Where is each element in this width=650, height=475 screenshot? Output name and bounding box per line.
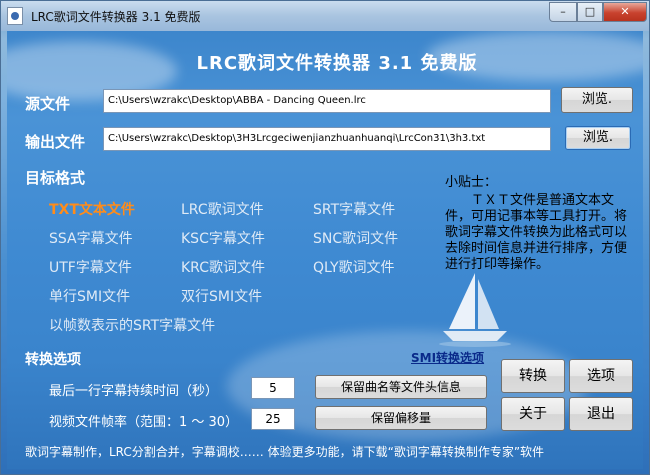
target-format-label: 目标格式 [25,169,86,187]
format-option-smi-single[interactable]: 单行SMI文件 [49,286,130,306]
app-heading: LRC歌词文件转换器 3.1 免费版 [196,53,478,74]
frame-rate-label: 视频文件帧率（范围：1 ～ 30） [49,415,239,430]
output-file-input[interactable]: C:\Users\wzrakc\Desktop\3H3Lrcgeciwenjia… [103,127,551,151]
source-file-input[interactable]: C:\Users\wzrakc\Desktop\ABBA - Dancing Q… [103,89,551,113]
source-file-label: 源文件 [25,95,71,113]
format-option-ksc[interactable]: KSC字幕文件 [181,228,265,248]
format-option-smi-double[interactable]: 双行SMI文件 [181,286,262,306]
minimize-button[interactable]: – [549,2,577,22]
format-option-lrc[interactable]: LRC歌词文件 [181,199,264,219]
keep-offset-button[interactable]: 保留偏移量 [315,406,487,430]
format-option-ssa[interactable]: SSA字幕文件 [49,228,133,248]
promo-status-text[interactable]: 歌词字幕制作，LRC分割合并，字幕调校…… 体验更多功能，请下载“歌词字幕转换制… [25,443,544,460]
format-option-krc[interactable]: KRC歌词文件 [181,257,265,277]
keep-header-info-button[interactable]: 保留曲名等文件头信息 [315,375,487,399]
last-line-duration-input[interactable]: 5 [251,377,295,399]
sailboat-icon [439,273,511,347]
about-button[interactable]: 关于 [501,397,565,431]
main-panel: LRC歌词文件转换器 3.1 免费版 源文件 C:\Users\wzrakc\D… [7,31,643,469]
smi-options-link[interactable]: SMI转换选项 [411,349,484,366]
format-option-utf[interactable]: UTF字幕文件 [49,257,132,277]
exit-button[interactable]: 退出 [569,397,633,431]
frame-rate-input[interactable]: 25 [251,408,295,430]
window-title: LRC歌词文件转换器 3.1 免费版 [31,10,201,24]
options-button[interactable]: 选项 [569,359,633,393]
tips-text: ＴＸＴ文件是普通文本文件，可用记事本等工具打开。将歌词字幕文件转换为此格式可以去… [445,193,628,272]
maximize-button[interactable]: □ [577,2,603,22]
output-file-label: 输出文件 [25,133,86,151]
output-browse-button[interactable]: 浏览. [565,126,631,150]
title-bar: LRC歌词文件转换器 3.1 免费版 – □ ✕ [1,1,649,31]
tips-title: 小贴士： [445,175,498,190]
app-icon [7,7,23,25]
format-option-txt[interactable]: TXT文本文件 [49,199,135,219]
source-browse-button[interactable]: 浏览. [561,87,633,113]
close-button[interactable]: ✕ [603,2,647,22]
format-option-srt-frames[interactable]: 以帧数表示的SRT字幕文件 [49,315,215,335]
app-window: LRC歌词文件转换器 3.1 免费版 – □ ✕ LRC歌词文件转换器 3.1 … [0,0,650,475]
convert-button[interactable]: 转换 [501,359,565,393]
format-option-snc[interactable]: SNC歌词文件 [313,228,398,248]
last-line-duration-label: 最后一行字幕持续时间（秒） [49,384,219,399]
format-option-srt[interactable]: SRT字幕文件 [313,199,395,219]
format-option-qly[interactable]: QLY歌词文件 [313,257,395,277]
conversion-options-label: 转换选项 [25,352,81,368]
